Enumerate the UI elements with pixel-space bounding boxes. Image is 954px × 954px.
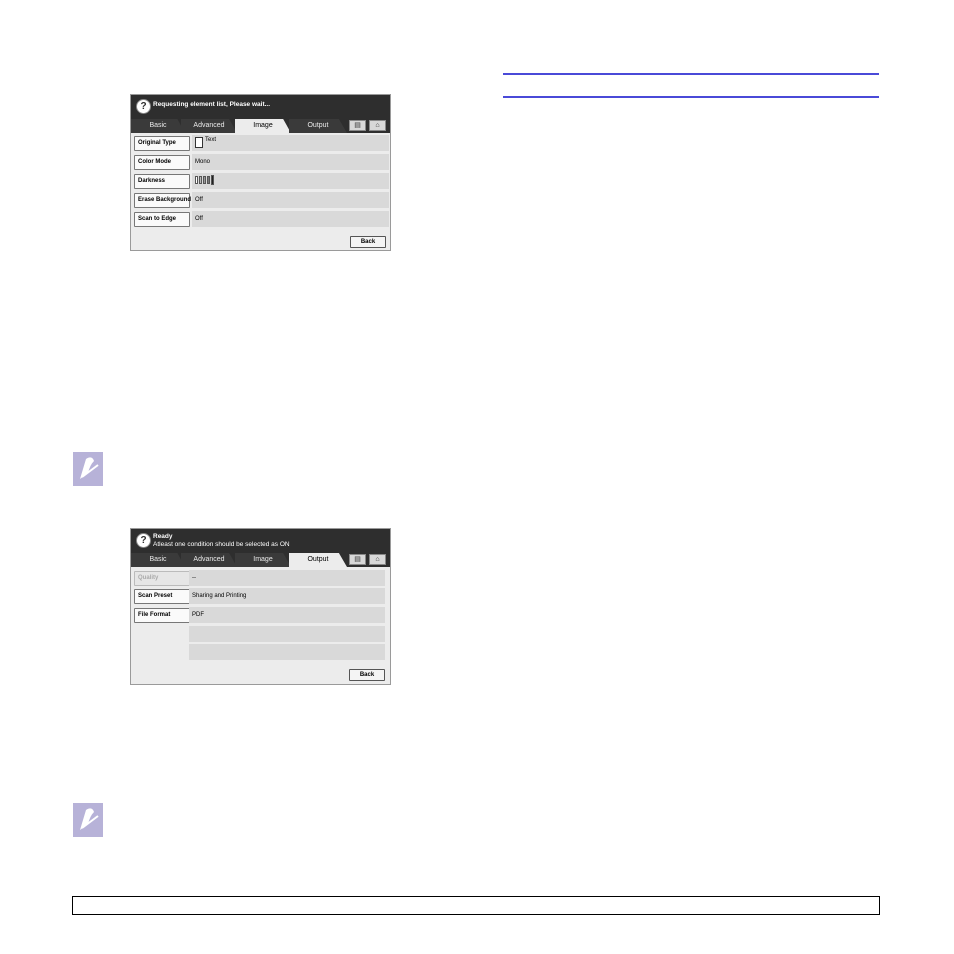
file-format-value: PDF [189, 607, 385, 623]
scan-preset-value: Sharing and Printing [189, 588, 385, 604]
tab-output[interactable]: Output [289, 553, 347, 567]
tab-image[interactable]: Image [235, 553, 291, 567]
scan-preset-button[interactable]: Scan Preset [134, 589, 190, 604]
darkness-level-1 [195, 176, 198, 185]
help-icon[interactable]: ? [136, 533, 151, 548]
status-message: Atleast one condition should be selected… [153, 541, 290, 548]
home-icon[interactable]: ⌂ [369, 554, 386, 565]
tab-basic[interactable]: Basic [131, 119, 185, 133]
file-format-button[interactable]: File Format [134, 608, 190, 623]
scan-image-screen: ? Requesting element list, Please wait..… [130, 94, 391, 251]
job-status-icon[interactable]: ▤ [349, 120, 366, 131]
job-status-icon[interactable]: ▤ [349, 554, 366, 565]
original-type-value: Text [192, 135, 389, 151]
scan-to-edge-button[interactable]: Scan to Edge [134, 212, 190, 227]
tab-output[interactable]: Output [289, 119, 347, 133]
empty-row [189, 626, 385, 642]
home-icon[interactable]: ⌂ [369, 120, 386, 131]
help-icon[interactable]: ? [136, 99, 151, 114]
note-icon [73, 452, 103, 486]
quality-button[interactable]: Quality [134, 571, 190, 586]
darkness-level-4 [207, 176, 210, 185]
status-title: Ready [153, 533, 173, 540]
darkness-level-2 [199, 176, 202, 185]
back-button[interactable]: Back [349, 669, 385, 681]
section-rule-bottom [503, 96, 879, 98]
quality-value: -- [189, 570, 385, 586]
note-icon [73, 803, 103, 837]
status-message: Requesting element list, Please wait... [153, 101, 271, 108]
page-footer [72, 896, 880, 915]
status-bar: ? Requesting element list, Please wait..… [131, 95, 390, 119]
tab-image[interactable]: Image [235, 119, 291, 133]
tab-advanced[interactable]: Advanced [181, 119, 237, 133]
back-button[interactable]: Back [350, 236, 386, 248]
color-mode-button[interactable]: Color Mode [134, 155, 190, 170]
darkness-value [192, 173, 389, 189]
tab-basic[interactable]: Basic [131, 553, 185, 567]
tab-advanced[interactable]: Advanced [181, 553, 237, 567]
tab-bar: Basic Advanced Image Output ▤ ⌂ [131, 551, 390, 567]
tab-bar: Basic Advanced Image Output ▤ ⌂ [131, 117, 390, 133]
status-bar: ? Ready Atleast one condition should be … [131, 529, 390, 553]
document-icon [195, 136, 203, 148]
scan-output-screen: ? Ready Atleast one condition should be … [130, 528, 391, 685]
darkness-level-3 [203, 176, 206, 185]
color-mode-value: Mono [192, 154, 389, 170]
scan-to-edge-value: Off [192, 211, 389, 227]
erase-background-button[interactable]: Erase Background [134, 193, 191, 208]
empty-row [189, 644, 385, 660]
darkness-level-5 [211, 175, 214, 186]
erase-background-value: Off [192, 192, 389, 208]
original-type-button[interactable]: Original Type [134, 136, 190, 151]
darkness-button[interactable]: Darkness [134, 174, 190, 189]
section-rule-top [503, 73, 879, 75]
